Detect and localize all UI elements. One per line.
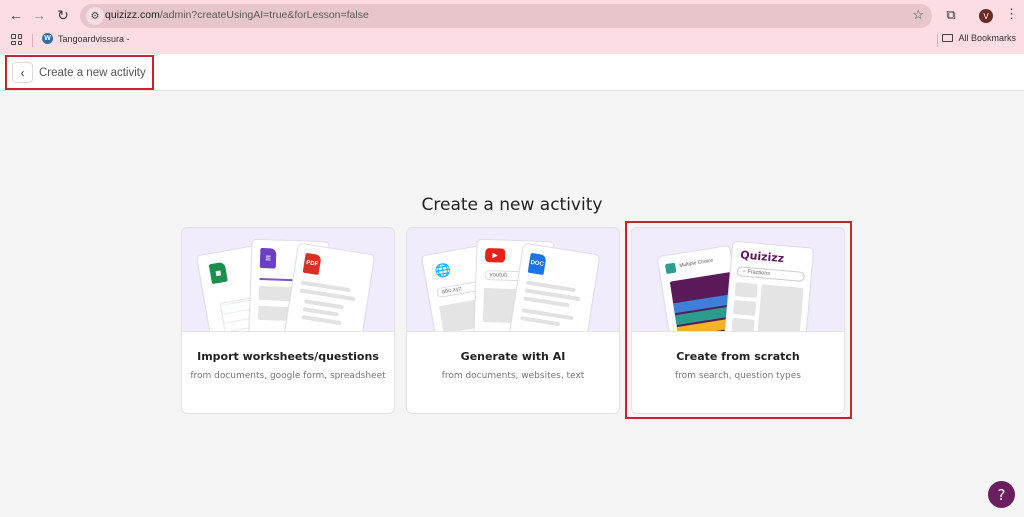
generate-with-ai-card[interactable]: 🌐 abc.xyz ▶ youtub DOC Generate with AI … — [406, 227, 620, 414]
apps-grid-icon[interactable] — [11, 34, 22, 45]
arrow-left-icon: ← — [9, 7, 23, 23]
all-bookmarks-label: All Bookmarks — [958, 33, 1016, 43]
result-block — [734, 282, 758, 298]
bookmark-item[interactable]: W Tangoardvissura - — [42, 33, 130, 44]
reload-icon: ↻ — [57, 6, 69, 23]
card-title: Import worksheets/questions — [197, 350, 379, 363]
all-bookmarks-button[interactable]: All Bookmarks — [942, 33, 1016, 43]
extensions-icon[interactable]: ⧉ — [942, 6, 960, 24]
multiple-choice-icon — [664, 262, 677, 275]
folder-icon — [942, 34, 954, 42]
site-settings-icon[interactable]: ⚙ — [86, 7, 104, 25]
arrow-right-icon: → — [32, 7, 46, 23]
page-title: Create a new activity — [421, 195, 603, 215]
google-sheets-icon: ▦ — [208, 261, 228, 285]
youtube-icon: ▶ — [484, 247, 506, 263]
app-header: ‹ Create a new activity — [0, 54, 1024, 91]
header-title: Create a new activity — [39, 66, 146, 79]
quizizz-logo: Quizizz — [739, 248, 785, 266]
text-line — [301, 314, 342, 326]
scratch-illustration: Multiple Choice Quizizz ⌕ Fractions — [632, 228, 844, 332]
multiple-choice-label: Multiple Choice — [678, 257, 714, 269]
import-illustration: ▦ ☰ PDF — [182, 228, 394, 332]
pdf-paper: PDF — [282, 242, 376, 331]
search-chip: ⌕ Fractions — [736, 266, 806, 283]
ai-illustration: 🌐 abc.xyz ▶ youtub DOC — [407, 228, 619, 332]
card-subtitle: from search, question types — [675, 371, 801, 381]
url-text[interactable]: quizizz.com/admin?createUsingAI=true&for… — [105, 9, 369, 21]
forward-nav-button[interactable]: → — [28, 4, 50, 26]
doc-icon: DOC — [527, 252, 547, 276]
preview-block — [757, 284, 804, 331]
import-worksheets-card[interactable]: ▦ ☰ PDF Import worksheets/questions from… — [181, 227, 395, 414]
address-bar[interactable]: ⚙ quizizz.com/admin?createUsingAI=true&f… — [80, 4, 932, 28]
back-nav-button[interactable]: ← — [5, 4, 27, 26]
text-line — [520, 316, 561, 327]
bookmarks-divider — [937, 34, 938, 47]
doc-paper: DOC — [507, 242, 601, 331]
globe-icon: 🌐 — [433, 261, 453, 280]
bookmark-label: Tangoardvissura - — [58, 33, 130, 44]
wordpress-icon: W — [42, 33, 53, 44]
reload-button[interactable]: ↻ — [52, 4, 74, 26]
help-icon: ? — [997, 485, 1006, 504]
card-title: Create from scratch — [676, 350, 800, 363]
create-from-scratch-card[interactable]: Multiple Choice Quizizz ⌕ Fractions Crea… — [631, 227, 845, 414]
profile-avatar[interactable]: V — [979, 9, 993, 23]
card-subtitle: from documents, websites, text — [441, 371, 585, 381]
pdf-icon: PDF — [302, 252, 322, 276]
card-subtitle: from documents, google form, spreadsheet — [190, 371, 386, 381]
browser-toolbar: ← → ↻ ⚙ quizizz.com/admin?createUsingAI=… — [0, 4, 1024, 28]
quizizz-search-paper: Quizizz ⌕ Fractions — [723, 240, 815, 331]
header-back-group: ‹ Create a new activity — [5, 55, 154, 90]
chevron-left-icon: ‹ — [20, 65, 25, 80]
search-chip-text: Fractions — [747, 269, 771, 277]
browser-menu-icon[interactable]: ⋮ — [1005, 6, 1018, 22]
bookmarks-bar: W Tangoardvissura - All Bookmarks — [0, 31, 1024, 51]
url-path: /admin?createUsingAI=true&forLesson=fals… — [159, 9, 369, 21]
card-title: Generate with AI — [460, 350, 566, 363]
result-block — [731, 317, 755, 331]
back-button[interactable]: ‹ — [12, 62, 33, 83]
browser-chrome: ← → ↻ ⚙ quizizz.com/admin?createUsingAI=… — [0, 0, 1024, 54]
url-domain: quizizz.com — [105, 9, 160, 21]
google-forms-icon: ☰ — [259, 247, 277, 269]
bookmark-star-icon[interactable]: ☆ — [912, 7, 924, 23]
bookmarks-divider — [32, 34, 33, 47]
help-button[interactable]: ? — [988, 481, 1015, 508]
result-block — [733, 300, 757, 316]
